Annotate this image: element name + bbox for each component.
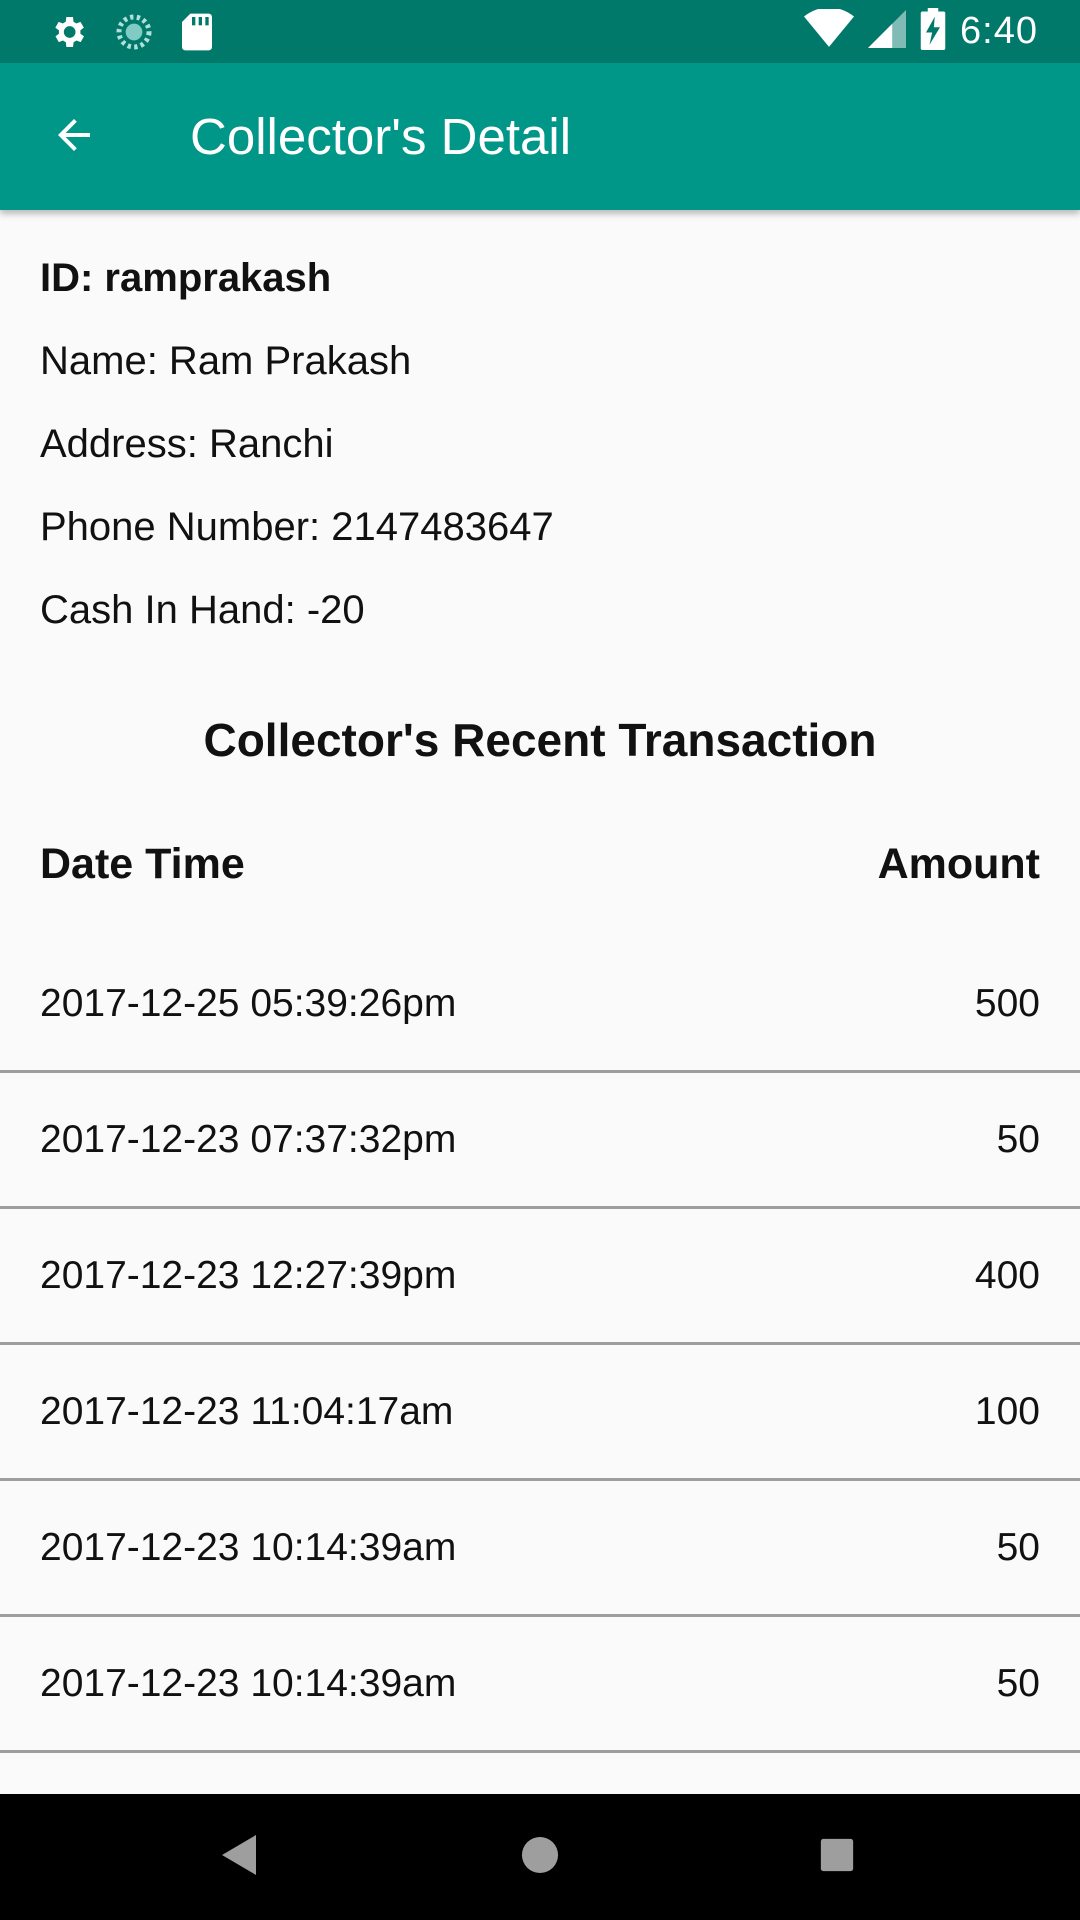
transaction-amount: 500 bbox=[974, 981, 1040, 1025]
transaction-row[interactable]: 2017-12-23 10:14:39am 50 bbox=[0, 1481, 1080, 1617]
recents-square-icon bbox=[820, 1838, 854, 1877]
column-header-amount: Amount bbox=[877, 840, 1040, 888]
status-time: 6:40 bbox=[960, 10, 1038, 52]
arrow-back-icon bbox=[50, 111, 98, 164]
status-left-icons bbox=[48, 12, 214, 57]
transaction-datetime: 2017-12-25 05:39:26pm bbox=[40, 981, 457, 1025]
page-title: Collector's Detail bbox=[190, 108, 572, 165]
transaction-amount: 50 bbox=[996, 1661, 1040, 1705]
navigation-bar bbox=[0, 1794, 1080, 1920]
settings-icon bbox=[48, 12, 88, 57]
transaction-row[interactable]: 2017-12-23 07:37:32pm 50 bbox=[0, 1073, 1080, 1209]
transaction-list: 2017-12-25 05:39:26pm 500 2017-12-23 07:… bbox=[0, 937, 1080, 1753]
app-bar: Collector's Detail bbox=[0, 63, 1080, 210]
collector-name: Name: Ram Prakash bbox=[40, 339, 412, 383]
transaction-amount: 50 bbox=[996, 1117, 1040, 1161]
collector-address: Address: Ranchi bbox=[40, 422, 334, 466]
status-bar: 6:40 bbox=[0, 0, 1080, 63]
transaction-datetime: 2017-12-23 11:04:17am bbox=[40, 1389, 454, 1433]
collector-id: ID: ramprakash bbox=[40, 256, 332, 300]
back-button[interactable] bbox=[36, 103, 112, 171]
transaction-row[interactable]: 2017-12-25 05:39:26pm 500 bbox=[0, 937, 1080, 1073]
transaction-amount: 50 bbox=[996, 1525, 1040, 1569]
transaction-row[interactable]: 2017-12-23 11:04:17am 100 bbox=[0, 1345, 1080, 1481]
transaction-datetime: 2017-12-23 10:14:39am bbox=[40, 1525, 457, 1569]
transaction-amount: 400 bbox=[974, 1253, 1040, 1297]
status-right-icons: 6:40 bbox=[804, 0, 1038, 63]
collector-phone: Phone Number: 2147483647 bbox=[40, 505, 554, 549]
sd-card-icon bbox=[180, 12, 214, 57]
home-circle-icon bbox=[521, 1836, 559, 1879]
transaction-datetime: 2017-12-23 07:37:32pm bbox=[40, 1117, 457, 1161]
transaction-amount: 100 bbox=[974, 1389, 1040, 1433]
cell-signal-icon bbox=[868, 9, 907, 54]
battery-charging-icon bbox=[920, 8, 946, 55]
collector-cash-in-hand: Cash In Hand: -20 bbox=[40, 588, 365, 632]
wifi-icon bbox=[804, 7, 855, 54]
column-header-datetime: Date Time bbox=[40, 840, 245, 888]
transaction-datetime: 2017-12-23 12:27:39pm bbox=[40, 1253, 457, 1297]
sync-icon bbox=[114, 12, 154, 57]
transaction-row[interactable]: 2017-12-23 12:27:39pm 400 bbox=[0, 1209, 1080, 1345]
transaction-datetime: 2017-12-23 10:14:39am bbox=[40, 1661, 457, 1705]
nav-back-button[interactable] bbox=[180, 1794, 300, 1920]
back-triangle-icon bbox=[222, 1834, 258, 1880]
transaction-row[interactable]: 2017-12-23 10:14:39am 50 bbox=[0, 1617, 1080, 1753]
nav-recents-button[interactable] bbox=[777, 1794, 897, 1920]
transactions-title: Collector's Recent Transaction bbox=[203, 714, 877, 766]
nav-home-button[interactable] bbox=[480, 1794, 600, 1920]
